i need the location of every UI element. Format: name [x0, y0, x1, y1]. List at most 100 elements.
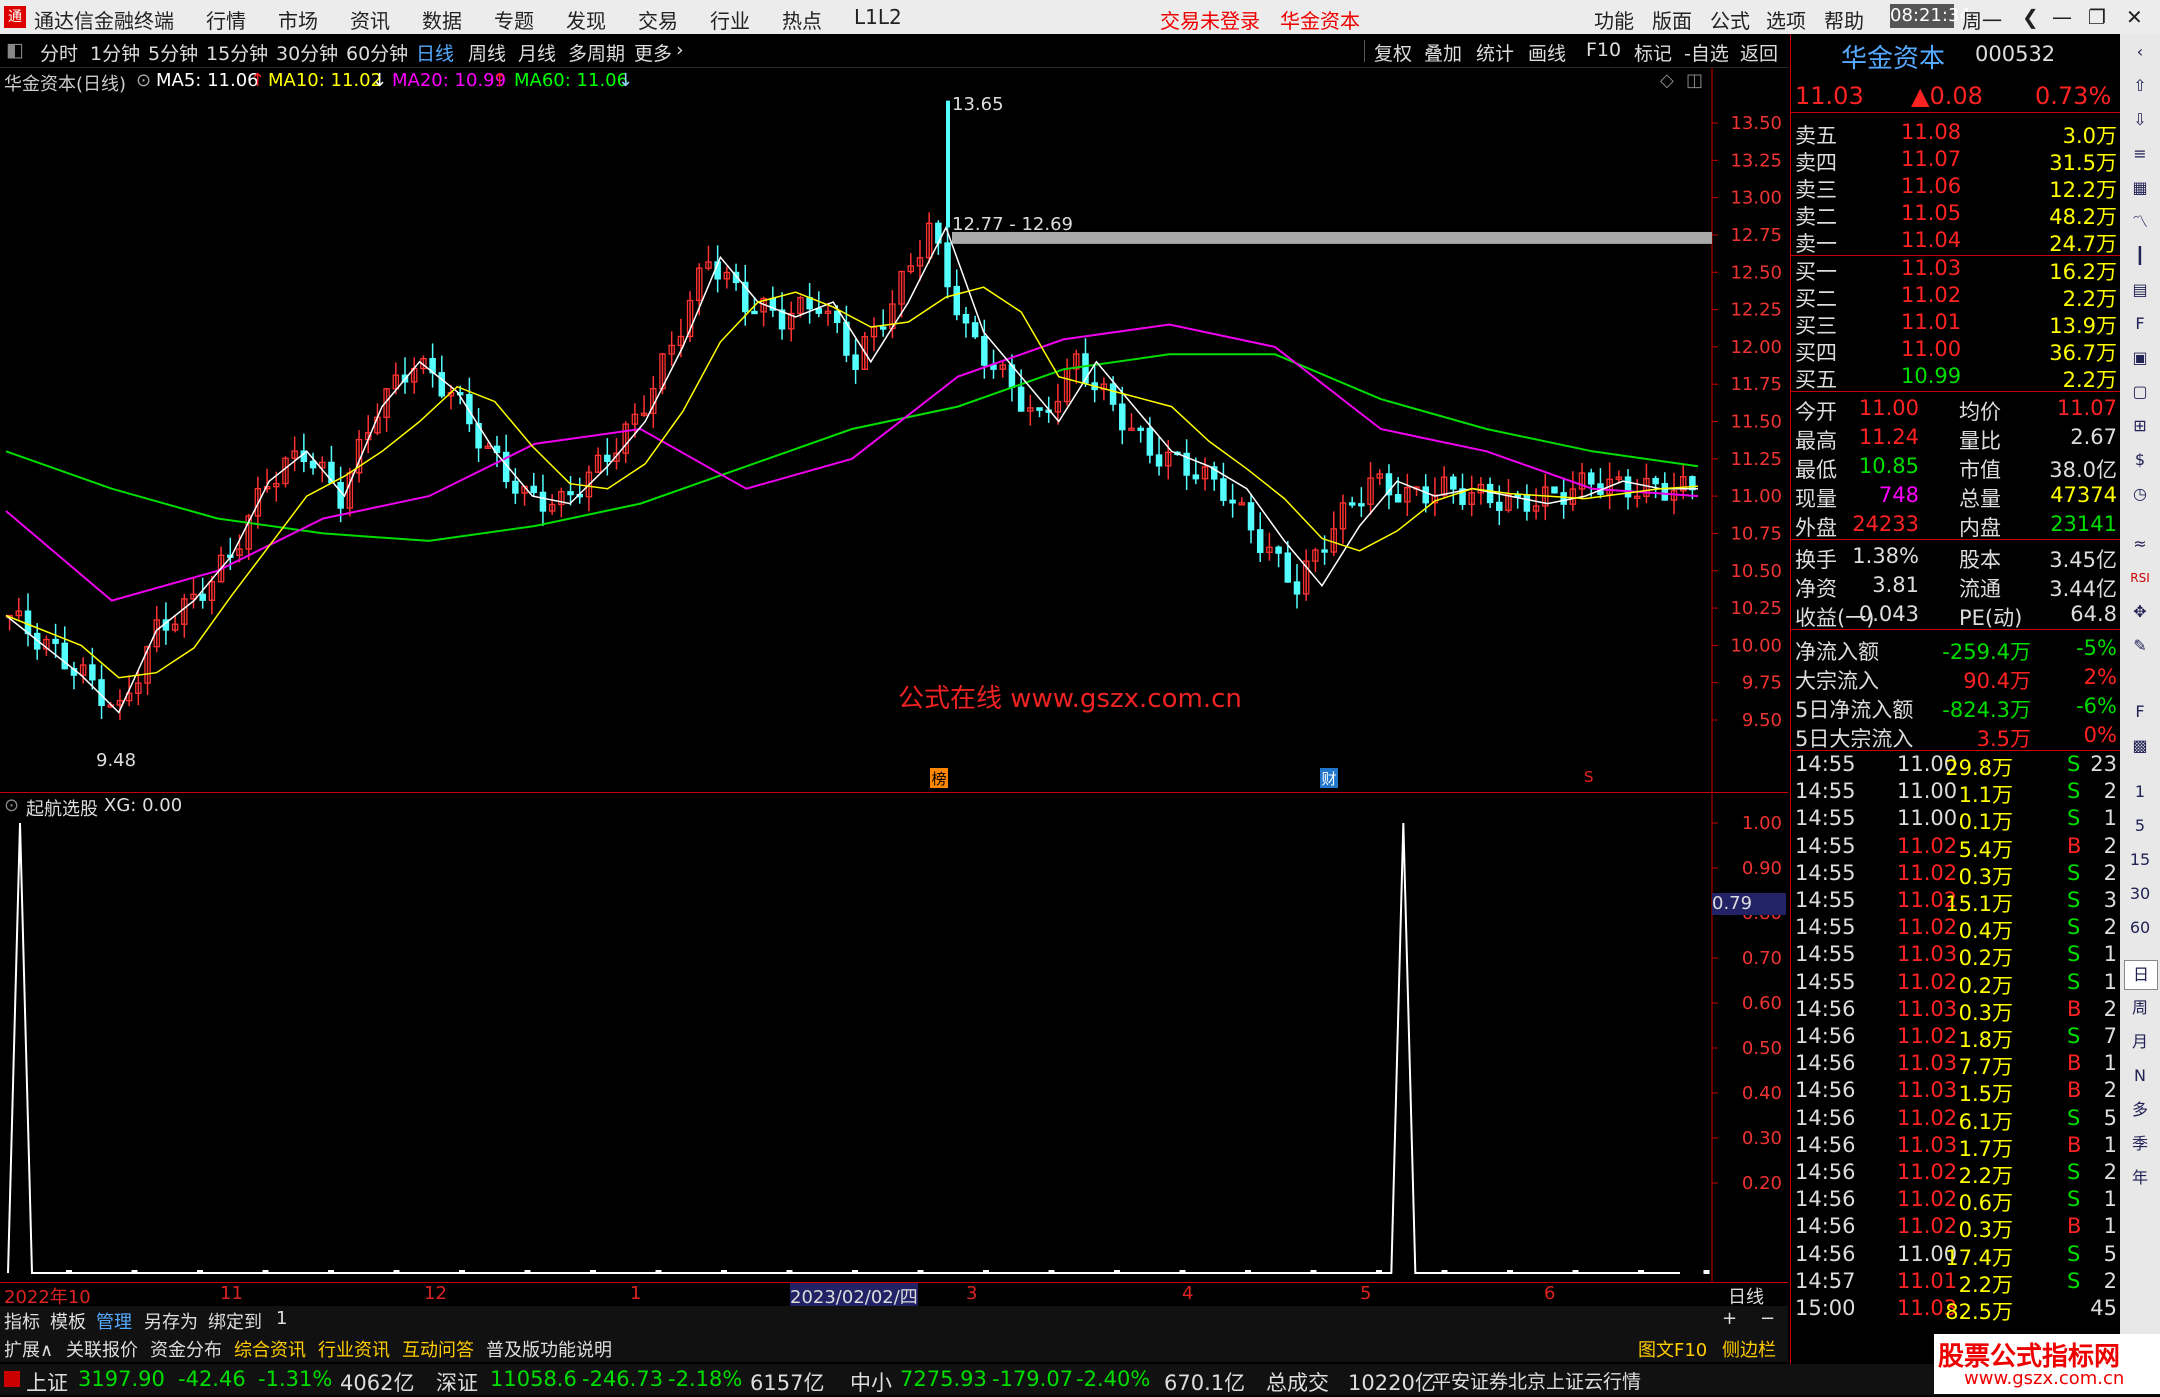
minimize-icon[interactable]: —	[2052, 5, 2072, 29]
grid-icon[interactable]: ▦	[2124, 174, 2156, 202]
period-tab[interactable]: 30分钟	[276, 39, 338, 66]
period-5-button[interactable]: 5	[2124, 812, 2156, 840]
tab[interactable]: 图文F10	[1638, 1336, 1707, 1362]
tool-button[interactable]: 复权	[1374, 39, 1412, 66]
tick-count: 5	[2103, 1105, 2117, 1130]
close-icon[interactable]: ✕	[2126, 5, 2143, 29]
period-tab[interactable]: 多周期	[568, 39, 625, 66]
arrow-down-icon[interactable]: ⇩	[2124, 106, 2156, 134]
plus-icon[interactable]: +	[1722, 1308, 1737, 1329]
kline-chart[interactable]: 13.50 13.25 13.00 12.75 12.50 12.25 12.00 11.75…	[0, 68, 1788, 792]
index-name[interactable]: 中小	[850, 1367, 892, 1397]
minus-icon[interactable]: −	[1760, 1308, 1775, 1329]
tab[interactable]: 行业资讯	[318, 1336, 390, 1362]
index-name[interactable]: 上证	[26, 1367, 68, 1397]
collapse-icon[interactable]: ◧	[6, 39, 24, 61]
green-icon[interactable]: ▩	[2124, 732, 2156, 760]
tab[interactable]: 资金分布	[150, 1336, 222, 1362]
menu-item[interactable]: 功能	[1594, 5, 1634, 34]
period-15-button[interactable]: 15	[2124, 846, 2156, 874]
login-status[interactable]: 交易未登录	[1160, 5, 1260, 34]
box-icon[interactable]: ▣	[2124, 344, 2156, 372]
rsi-icon[interactable]: RSI	[2124, 564, 2156, 592]
chevron-left-icon[interactable]: ‹	[2124, 38, 2156, 66]
tool-button[interactable]: 统计	[1476, 39, 1514, 66]
menu-item[interactable]: 帮助	[1824, 5, 1864, 34]
event-marker[interactable]: S	[1584, 768, 1594, 786]
period-n-button[interactable]: N	[2124, 1062, 2156, 1090]
event-marker[interactable]: 榜	[930, 768, 948, 788]
fs-icon[interactable]: F	[2124, 698, 2156, 726]
menu-item[interactable]: 专题	[494, 5, 534, 34]
index-name[interactable]: 深证	[436, 1367, 478, 1397]
period-60-button[interactable]: 60	[2124, 914, 2156, 942]
menu-item[interactable]: 行业	[710, 5, 750, 34]
period-season-button[interactable]: 季	[2124, 1130, 2156, 1158]
vol-icon[interactable]: ≈	[2124, 530, 2156, 558]
period-1-button[interactable]: 1	[2124, 778, 2156, 806]
tab[interactable]: 模板	[50, 1308, 86, 1334]
period-tab[interactable]: 60分钟	[346, 39, 408, 66]
menu-item[interactable]: 交易	[638, 5, 678, 34]
period-month-button[interactable]: 月	[2124, 1028, 2156, 1056]
sub-chart-pane[interactable]: ⊙ 起航选股 XG: 0.00 1.000.900.800.700.600.50…	[0, 792, 1788, 1283]
filter-icon[interactable]: ⊞	[2124, 412, 2156, 440]
kline-icon[interactable]: ┃	[2124, 242, 2156, 270]
tab[interactable]: 另存为	[144, 1308, 198, 1334]
tool-button[interactable]: 叠加	[1424, 39, 1462, 66]
back-arrow-icon[interactable]: ❮	[2022, 5, 2039, 29]
pen-icon[interactable]: ✎	[2124, 632, 2156, 660]
f10-icon[interactable]: F	[2124, 310, 2156, 338]
tab[interactable]: 关联报价	[66, 1336, 138, 1362]
restore-icon[interactable]: ❐	[2088, 5, 2106, 29]
list-icon[interactable]: ≡	[2124, 140, 2156, 168]
table-icon[interactable]: ▤	[2124, 276, 2156, 304]
doc-icon[interactable]: ▢	[2124, 378, 2156, 406]
menu-item[interactable]: 版面	[1652, 5, 1692, 34]
period-tab[interactable]: 周线	[468, 39, 506, 66]
period-tab[interactable]: 5分钟	[148, 39, 198, 66]
tab[interactable]: 管理	[96, 1308, 132, 1334]
move-icon[interactable]: ✥	[2124, 598, 2156, 626]
tool-button[interactable]: 返回	[1740, 39, 1778, 66]
period-tab[interactable]: 15分钟	[206, 39, 268, 66]
arrow-up-icon[interactable]: ⇧	[2124, 72, 2156, 100]
period-year-button[interactable]: 年	[2124, 1164, 2156, 1192]
tab[interactable]: 综合资讯	[234, 1336, 306, 1362]
menu-item[interactable]: 公式	[1710, 5, 1750, 34]
tab[interactable]: 绑定到	[208, 1308, 262, 1334]
period-tab[interactable]: 分时	[40, 39, 78, 66]
main-chart-pane[interactable]: 华金资本(日线) ⊙ MA5: 11.06 ↑ MA10: 11.02 ↓ MA…	[0, 68, 1788, 792]
menu-item[interactable]: 资讯	[350, 5, 390, 34]
tab[interactable]: 普及版功能说明	[486, 1336, 612, 1362]
menu-item[interactable]: L1L2	[854, 5, 902, 29]
clock-icon[interactable]: ◷	[2124, 480, 2156, 508]
fund-icon[interactable]: $	[2124, 446, 2156, 474]
menu-item[interactable]: 选项	[1766, 5, 1806, 34]
tool-button[interactable]: 画线	[1528, 39, 1566, 66]
period-tab-active[interactable]: 日线	[416, 39, 454, 66]
tool-button[interactable]: F10	[1586, 39, 1621, 61]
event-marker[interactable]: 财	[1320, 768, 1338, 788]
period-tab[interactable]: 1分钟	[90, 39, 140, 66]
menu-item[interactable]: 热点	[782, 5, 822, 34]
line-chart-icon[interactable]: 〽	[2124, 208, 2156, 236]
tool-button[interactable]: -自选	[1684, 39, 1729, 66]
menu-item[interactable]: 发现	[566, 5, 606, 34]
period-more[interactable]: 更多	[634, 39, 672, 66]
period-30-button[interactable]: 30	[2124, 880, 2156, 908]
period-day-button[interactable]: 日	[2124, 960, 2158, 990]
tab[interactable]: 互动问答	[402, 1336, 474, 1362]
period-week-button[interactable]: 周	[2124, 994, 2156, 1022]
chevron-right-icon[interactable]: ›	[676, 39, 684, 61]
xg-chart[interactable]: 1.000.900.800.700.600.500.400.300.20	[0, 793, 1788, 1283]
tab[interactable]: 1	[276, 1308, 287, 1329]
period-tab[interactable]: 月线	[518, 39, 556, 66]
menu-item[interactable]: 市场	[278, 5, 318, 34]
tool-button[interactable]: 标记	[1634, 39, 1672, 66]
menu-item[interactable]: 数据	[422, 5, 462, 34]
tab[interactable]: 扩展∧	[4, 1336, 53, 1362]
tab[interactable]: 指标	[4, 1308, 40, 1334]
period-multi-button[interactable]: 多	[2124, 1096, 2156, 1124]
menu-item[interactable]: 行情	[206, 5, 246, 34]
